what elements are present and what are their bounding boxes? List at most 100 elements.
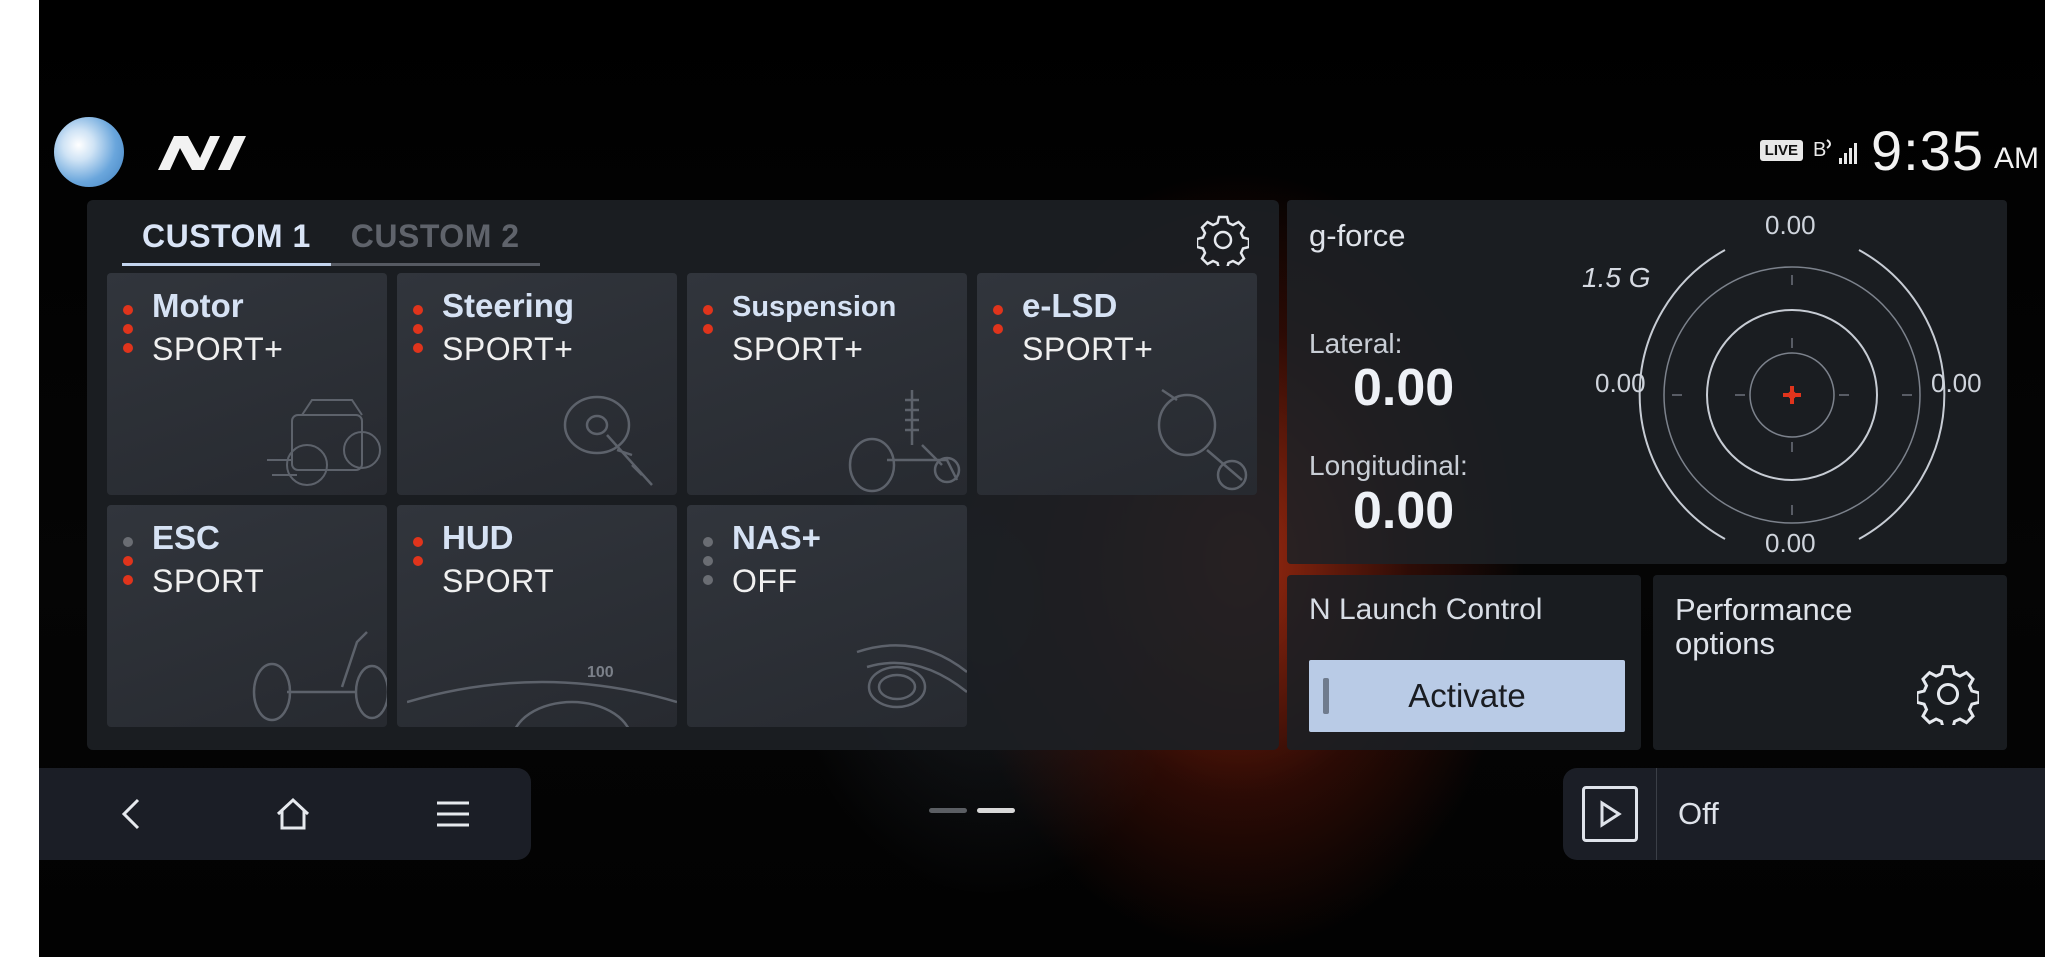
tile-steering[interactable]: Steering SPORT+ xyxy=(397,273,677,495)
level-dot xyxy=(123,305,133,315)
tile-value: SPORT+ xyxy=(1022,331,1154,367)
status-area: LIVE B 9:35 AM xyxy=(1759,118,2039,183)
tile-name: e-LSD xyxy=(1022,287,1118,324)
clock-time: 9:35 xyxy=(1871,119,1984,182)
play-icon xyxy=(1581,786,1638,842)
custom-tabs: CUSTOM 1 CUSTOM 2 xyxy=(122,214,540,266)
tile-value: SPORT+ xyxy=(732,331,864,367)
tile-value: SPORT xyxy=(442,563,555,599)
lateral-value: 0.00 xyxy=(1353,359,1455,417)
launch-control-title: N Launch Control xyxy=(1309,593,1543,626)
back-chevron-icon xyxy=(121,798,140,830)
home-icon xyxy=(276,797,310,830)
level-dot xyxy=(413,324,423,334)
performance-gear-icon[interactable] xyxy=(1917,663,1979,725)
level-dots xyxy=(413,305,423,353)
g-force-panel: g-force Lateral: 0.00 Longitudinal: 0.00… xyxy=(1287,200,2007,564)
performance-options-panel[interactable]: Performance options xyxy=(1653,575,2007,750)
home-button[interactable] xyxy=(265,786,321,842)
media-bar: Off xyxy=(1563,768,2045,860)
motor-illustration xyxy=(267,399,381,486)
g-tick-left: 0.00 xyxy=(1595,368,1646,398)
menu-button[interactable] xyxy=(425,786,481,842)
lateral-label: Lateral: xyxy=(1309,328,1403,359)
page-dot-2[interactable] xyxy=(977,808,1015,813)
tile-name: Steering xyxy=(442,287,575,324)
hud-illustration: 100 xyxy=(407,664,677,727)
level-dots xyxy=(123,305,133,353)
tile-suspension[interactable]: Suspension SPORT+ xyxy=(687,273,967,495)
tile-hud[interactable]: HUD SPORT 100 xyxy=(397,505,677,727)
level-dots xyxy=(413,537,423,566)
level-dot xyxy=(413,305,423,315)
tab-custom-1[interactable]: CUSTOM 1 xyxy=(122,214,331,266)
level-dot xyxy=(123,575,133,585)
page-indicator xyxy=(929,808,1015,813)
back-button[interactable] xyxy=(103,786,159,842)
level-dot xyxy=(413,537,423,547)
media-status: Off xyxy=(1678,796,1719,831)
longitudinal-value: 0.00 xyxy=(1353,482,1455,540)
level-dot xyxy=(123,556,133,566)
drive-mode-panel: CUSTOM 1 CUSTOM 2 Motor SPORT+ Steering … xyxy=(87,200,1279,750)
level-dot xyxy=(123,324,133,334)
level-dot xyxy=(703,324,713,334)
menu-icon xyxy=(437,801,469,827)
g-force-title: g-force xyxy=(1309,218,1406,253)
launch-control-panel: N Launch Control Activate xyxy=(1287,575,1641,750)
longitudinal-label: Longitudinal: xyxy=(1309,450,1468,481)
tab-custom-2[interactable]: CUSTOM 2 xyxy=(330,214,540,266)
activate-button[interactable]: Activate xyxy=(1309,660,1625,732)
tile-value: SPORT+ xyxy=(152,331,284,367)
level-dot xyxy=(123,343,133,353)
tile-value: SPORT xyxy=(152,563,265,599)
differential-illustration xyxy=(1157,388,1248,491)
g-tick-right: 0.00 xyxy=(1931,368,1982,398)
tile-nas[interactable]: NAS+ OFF xyxy=(687,505,967,727)
clock-ampm: AM xyxy=(1994,141,2039,175)
g-force-marker xyxy=(1783,386,1801,404)
tile-name: ESC xyxy=(152,519,220,556)
level-dot xyxy=(703,556,713,566)
tile-name: Suspension xyxy=(732,291,897,323)
profile-avatar[interactable] xyxy=(54,117,124,187)
level-dot xyxy=(703,537,713,547)
navigation-bar xyxy=(39,768,531,860)
tile-value: SPORT+ xyxy=(442,331,574,367)
axle-illustration xyxy=(252,631,387,722)
tile-name: Motor xyxy=(152,287,244,324)
suspension-illustration xyxy=(848,390,961,493)
play-button[interactable] xyxy=(1563,768,1657,860)
tile-motor[interactable]: Motor SPORT+ xyxy=(107,273,387,495)
live-badge: LIVE xyxy=(1759,140,1803,161)
level-dot xyxy=(413,343,423,353)
level-dot xyxy=(993,324,1003,334)
g-force-dial xyxy=(1638,249,1946,540)
performance-options-title: Performance options xyxy=(1675,592,1853,661)
level-dot xyxy=(993,305,1003,315)
level-dots xyxy=(123,537,133,585)
tile-elsd[interactable]: e-LSD SPORT+ xyxy=(977,273,1257,495)
n-brand-logo xyxy=(158,136,246,170)
head-unit-screen: LIVE B 9:35 AM CUSTOM 1 CUSTOM 2 Motor S… xyxy=(39,0,2045,957)
hud-speed-text: 100 xyxy=(587,664,614,681)
exhaust-illustration xyxy=(856,644,967,709)
page-dot-1[interactable] xyxy=(929,808,967,813)
level-dots xyxy=(703,537,713,585)
level-dot xyxy=(703,305,713,315)
g-tick-bottom: 0.00 xyxy=(1765,528,1816,558)
level-dot xyxy=(123,537,133,547)
g-tick-top: 0.00 xyxy=(1765,210,1816,240)
level-dot xyxy=(703,575,713,585)
level-dots xyxy=(703,305,713,334)
settings-gear-icon[interactable] xyxy=(1197,214,1249,266)
level-dots xyxy=(993,305,1003,334)
steering-illustration xyxy=(563,395,653,486)
svg-text:B: B xyxy=(1813,139,1826,161)
tile-esc[interactable]: ESC SPORT xyxy=(107,505,387,727)
tile-value: OFF xyxy=(732,563,798,599)
bluetooth-signal-icon: B xyxy=(1813,139,1857,164)
tile-name: NAS+ xyxy=(732,519,821,556)
tile-name: HUD xyxy=(442,519,514,556)
level-dot xyxy=(413,556,423,566)
